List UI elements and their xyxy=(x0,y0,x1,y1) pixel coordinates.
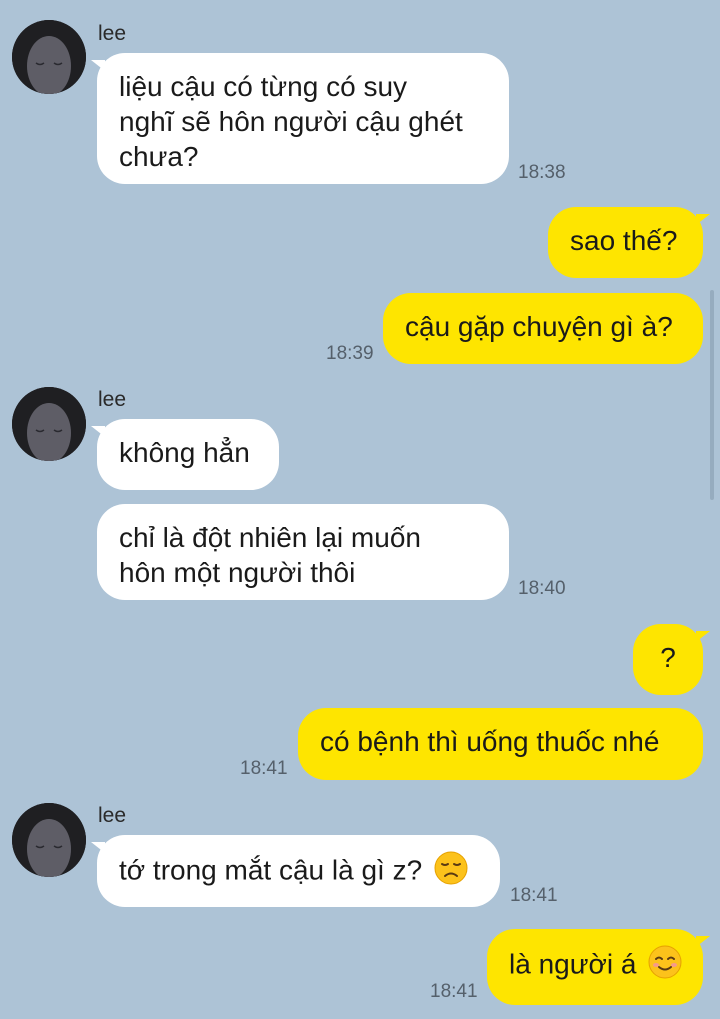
message-text-line: nghĩ sẽ hôn người cậu ghét xyxy=(119,106,463,137)
message-text: tớ trong mắt cậu là gì z? xyxy=(119,854,423,886)
scrollbar[interactable] xyxy=(710,290,714,500)
message-text: là người á xyxy=(509,948,637,980)
message-timestamp: 18:38 xyxy=(518,162,566,183)
message-bubble-incoming[interactable]: tớ trong mắt cậu là gì z? xyxy=(97,835,500,907)
message-text: cậu gặp chuyện gì à? xyxy=(405,311,673,342)
message-bubble-incoming[interactable]: liệu cậu có từng có suy nghĩ sẽ hôn ngườ… xyxy=(97,53,509,184)
message-bubble-outgoing[interactable]: cậu gặp chuyện gì à? xyxy=(383,293,703,364)
sender-name: lee xyxy=(98,804,127,827)
message-timestamp: 18:41 xyxy=(240,758,288,779)
message-text: sao thế? xyxy=(570,225,678,256)
message-text: có bệnh thì uống thuốc nhé xyxy=(320,726,660,757)
avatar-image xyxy=(12,20,86,94)
disappointed-face-icon xyxy=(434,851,468,893)
message-bubble-outgoing[interactable]: ? xyxy=(633,624,703,695)
message-timestamp: 18:40 xyxy=(518,578,566,599)
message-text-line: liệu cậu có từng có suy xyxy=(119,71,408,102)
message-text: không hẳn xyxy=(119,437,250,468)
avatar-image xyxy=(12,387,86,461)
avatar[interactable] xyxy=(12,803,86,877)
message-bubble-outgoing[interactable]: sao thế? xyxy=(548,207,703,278)
avatar[interactable] xyxy=(12,20,86,94)
smiling-face-icon xyxy=(648,945,682,987)
message-bubble-incoming[interactable]: không hẳn xyxy=(97,419,279,490)
message-text-line: hôn một người thôi xyxy=(119,557,356,588)
sender-name: lee xyxy=(98,22,127,45)
message-timestamp: 18:39 xyxy=(326,343,374,364)
sender-name: lee xyxy=(98,388,127,411)
message-timestamp: 18:41 xyxy=(430,981,478,1002)
message-text-line: chỉ là đột nhiên lại muốn xyxy=(119,522,421,553)
message-text-line: chưa? xyxy=(119,141,199,172)
message-text: ? xyxy=(660,642,676,673)
avatar[interactable] xyxy=(12,387,86,461)
message-bubble-outgoing[interactable]: là người á xyxy=(487,929,703,1005)
avatar-image xyxy=(12,803,86,877)
message-bubble-outgoing[interactable]: có bệnh thì uống thuốc nhé xyxy=(298,708,703,780)
message-timestamp: 18:41 xyxy=(510,885,558,906)
message-bubble-incoming[interactable]: chỉ là đột nhiên lại muốn hôn một người … xyxy=(97,504,509,600)
